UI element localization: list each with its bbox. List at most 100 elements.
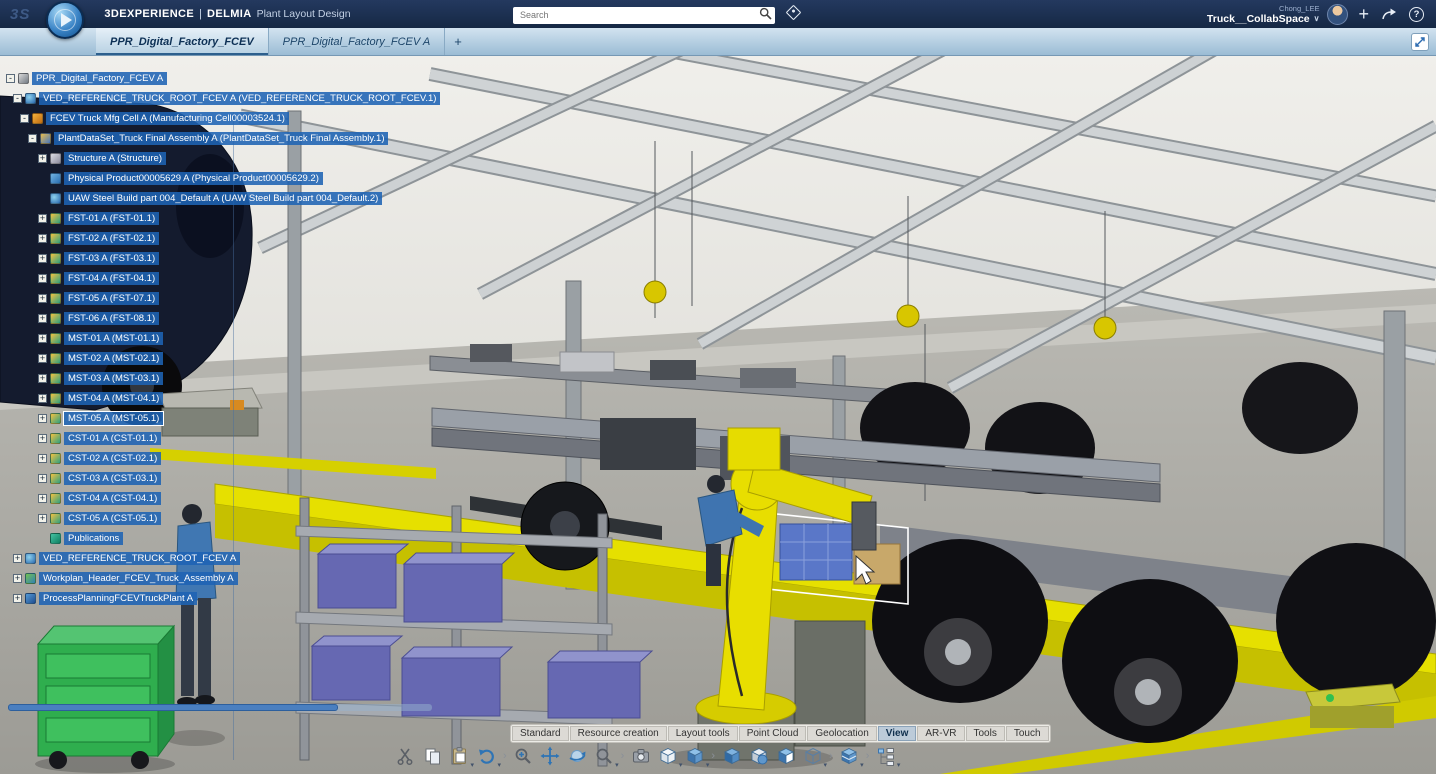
tree-item-label[interactable]: Workplan_Header_FCEV_Truck_Assembly A bbox=[39, 571, 238, 585]
expand-icon[interactable]: + bbox=[38, 353, 47, 363]
tree-item-label[interactable]: Publications bbox=[64, 531, 124, 545]
tree-item[interactable]: + FST-02 A (FST-02.1) bbox=[6, 228, 440, 248]
section-button[interactable]: ▾ bbox=[836, 742, 864, 770]
copy-button[interactable] bbox=[419, 742, 446, 770]
rotate-button[interactable] bbox=[564, 742, 591, 770]
tree-item[interactable]: + VED_REFERENCE_TRUCK_ROOT_FCEV A bbox=[6, 548, 440, 568]
new-tab-button[interactable]: + bbox=[445, 28, 471, 55]
tree-item-label[interactable]: FCEV Truck Mfg Cell A (Manufacturing Cel… bbox=[46, 111, 289, 125]
expand-icon[interactable]: + bbox=[38, 413, 47, 423]
tree-item[interactable]: Physical Product00005629 A (Physical Pro… bbox=[6, 168, 440, 188]
tree-item[interactable]: + FST-04 A (FST-04.1) bbox=[6, 268, 440, 288]
green-tool-cart[interactable] bbox=[35, 624, 176, 773]
scrollbar-thumb[interactable] bbox=[8, 704, 338, 711]
tree-item-label[interactable]: FST-04 A (FST-04.1) bbox=[64, 271, 160, 285]
window-tab[interactable]: PPR_Digital_Factory_FCEV A bbox=[269, 28, 446, 55]
dropdown-caret-icon[interactable]: ▾ bbox=[824, 761, 828, 769]
dropdown-caret-icon[interactable]: ▾ bbox=[860, 761, 864, 769]
ribbon-tab-tools[interactable]: Tools bbox=[965, 726, 1005, 741]
window-tab[interactable]: PPR_Digital_Factory_FCEV bbox=[96, 28, 269, 55]
ribbon-tab-touch[interactable]: Touch bbox=[1005, 726, 1049, 741]
expand-icon[interactable]: + bbox=[38, 333, 47, 343]
expand-icon[interactable]: + bbox=[13, 573, 22, 583]
dropdown-caret-icon[interactable]: ▾ bbox=[497, 761, 501, 769]
collapse-icon[interactable]: - bbox=[28, 133, 37, 143]
tree-item[interactable]: + CST-01 A (CST-01.1) bbox=[6, 428, 440, 448]
shading-button[interactable] bbox=[718, 742, 745, 770]
expand-icon[interactable]: + bbox=[38, 373, 47, 383]
tree-item-label[interactable]: MST-04 A (MST-04.1) bbox=[64, 391, 164, 405]
share-icon[interactable] bbox=[1381, 7, 1397, 21]
horizontal-scrollbar[interactable] bbox=[8, 704, 432, 711]
capture-button[interactable] bbox=[627, 742, 654, 770]
expand-icon[interactable]: + bbox=[38, 453, 47, 463]
tree-item-label[interactable]: MST-03 A (MST-03.1) bbox=[64, 371, 164, 385]
search-input[interactable] bbox=[513, 6, 775, 24]
ribbon-tab-ar-vr[interactable]: AR-VR bbox=[917, 726, 965, 741]
expand-icon[interactable]: + bbox=[13, 593, 22, 603]
tree-item[interactable]: UAW Steel Build part 004_Default A (UAW … bbox=[6, 188, 440, 208]
expand-icon[interactable]: + bbox=[38, 153, 47, 163]
tree-item-label[interactable]: FST-03 A (FST-03.1) bbox=[64, 251, 160, 265]
tree-item-label[interactable]: MST-05 A (MST-05.1) bbox=[62, 410, 165, 426]
tree-item-label[interactable]: CST-05 A (CST-05.1) bbox=[64, 511, 162, 525]
collapse-icon[interactable]: - bbox=[13, 93, 22, 103]
tree-item[interactable]: + MST-03 A (MST-03.1) bbox=[6, 368, 440, 388]
expand-icon[interactable]: + bbox=[38, 433, 47, 443]
paste-button[interactable]: ▾ bbox=[446, 742, 474, 770]
help-button[interactable]: ? bbox=[1409, 6, 1424, 22]
tree-item[interactable]: + MST-02 A (MST-02.1) bbox=[6, 348, 440, 368]
expand-icon[interactable]: + bbox=[38, 293, 47, 303]
pan-button[interactable] bbox=[537, 742, 564, 770]
expand-icon[interactable]: + bbox=[38, 273, 47, 283]
ribbon-tab-resource-creation[interactable]: Resource creation bbox=[569, 726, 667, 741]
tree-item[interactable]: + FST-05 A (FST-07.1) bbox=[6, 288, 440, 308]
ribbon-tab-view[interactable]: View bbox=[877, 726, 917, 741]
tree-item-label[interactable]: CST-04 A (CST-04.1) bbox=[64, 491, 162, 505]
ribbon-tab-geolocation[interactable]: Geolocation bbox=[807, 726, 877, 741]
expand-icon[interactable]: + bbox=[38, 213, 47, 223]
tree-item-label[interactable]: FST-05 A (FST-07.1) bbox=[64, 291, 160, 305]
tree-item[interactable]: - PPR_Digital_Factory_FCEV A bbox=[6, 68, 440, 88]
tree-item-label[interactable]: FST-01 A (FST-01.1) bbox=[64, 211, 160, 225]
shading-material-button[interactable] bbox=[745, 742, 772, 770]
tree-item[interactable]: + MST-04 A (MST-04.1) bbox=[6, 388, 440, 408]
tree-item[interactable]: + MST-05 A (MST-05.1) bbox=[6, 408, 440, 428]
tree-item[interactable]: + Structure A (Structure) bbox=[6, 148, 440, 168]
shading-image-button[interactable] bbox=[772, 742, 799, 770]
tree-item-label[interactable]: CST-01 A (CST-01.1) bbox=[64, 431, 162, 445]
dropdown-caret-icon[interactable]: ▾ bbox=[706, 761, 710, 769]
ribbon-tab-standard[interactable]: Standard bbox=[512, 726, 569, 741]
collapse-icon[interactable]: - bbox=[6, 73, 15, 83]
tree-item[interactable]: + FST-06 A (FST-08.1) bbox=[6, 308, 440, 328]
fit-view-button[interactable] bbox=[1411, 32, 1429, 51]
tree-item-label[interactable]: CST-03 A (CST-03.1) bbox=[64, 471, 162, 485]
wireframe-button[interactable]: ▾ bbox=[799, 742, 828, 770]
agv-bottom-right[interactable] bbox=[1305, 683, 1401, 728]
spec-tree[interactable]: - PPR_Digital_Factory_FCEV A - VED_REFERENC… bbox=[6, 68, 441, 608]
expand-icon[interactable]: + bbox=[38, 493, 47, 503]
tree-item-label[interactable]: UAW Steel Build part 004_Default A (UAW … bbox=[64, 191, 383, 205]
avatar[interactable] bbox=[1327, 3, 1349, 25]
3d-viewport[interactable]: - PPR_Digital_Factory_FCEV A - VED_REFERENC… bbox=[0, 56, 1436, 774]
zoom-button[interactable]: ▾ bbox=[591, 742, 619, 770]
named-views-button[interactable]: ▾ bbox=[681, 742, 710, 770]
add-content-button[interactable]: + bbox=[1358, 5, 1369, 23]
work-tree-button[interactable]: ▾ bbox=[872, 742, 900, 770]
tree-item[interactable]: + CST-05 A (CST-05.1) bbox=[6, 508, 440, 528]
tree-item[interactable]: + Workplan_Header_FCEV_Truck_Assembly A bbox=[6, 568, 440, 588]
tree-item[interactable]: - PlantDataSet_Truck Final Assembly A (Pl… bbox=[6, 128, 440, 148]
tree-item-label[interactable]: Physical Product00005629 A (Physical Pro… bbox=[64, 171, 323, 185]
tree-item[interactable]: Publications bbox=[6, 528, 440, 548]
expand-icon[interactable]: + bbox=[38, 473, 47, 483]
tree-item[interactable]: + ProcessPlanningFCEVTruckPlant A bbox=[6, 588, 440, 608]
tree-item[interactable]: + CST-04 A (CST-04.1) bbox=[6, 488, 440, 508]
tree-item[interactable]: - FCEV Truck Mfg Cell A (Manufacturing Ce… bbox=[6, 108, 440, 128]
tree-item[interactable]: + FST-01 A (FST-01.1) bbox=[6, 208, 440, 228]
tree-item[interactable]: + FST-03 A (FST-03.1) bbox=[6, 248, 440, 268]
tree-item[interactable]: + CST-02 A (CST-02.1) bbox=[6, 448, 440, 468]
expand-icon[interactable]: + bbox=[38, 253, 47, 263]
tree-item-label[interactable]: FST-06 A (FST-08.1) bbox=[64, 311, 160, 325]
tree-item[interactable]: + CST-03 A (CST-03.1) bbox=[6, 468, 440, 488]
search-icon[interactable] bbox=[759, 7, 772, 20]
